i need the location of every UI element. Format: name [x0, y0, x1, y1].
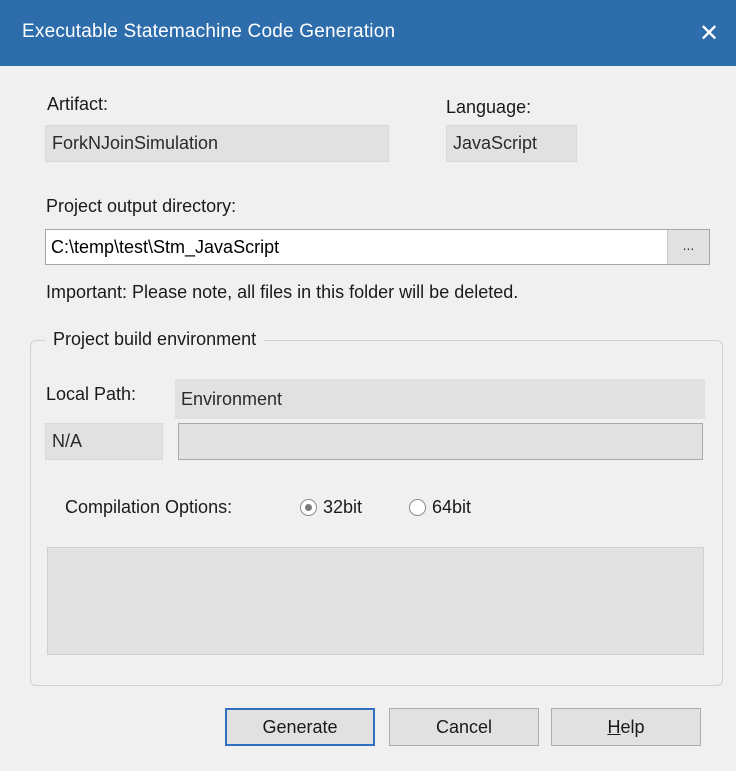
- browse-button[interactable]: ...: [667, 230, 709, 264]
- output-log-area[interactable]: [47, 547, 704, 655]
- artifact-label: Artifact:: [47, 94, 109, 114]
- window-title: Executable Statemachine Code Generation: [22, 21, 396, 42]
- radio-selected-dot: [305, 504, 312, 511]
- cancel-button[interactable]: Cancel: [389, 708, 539, 746]
- radio-32bit-label[interactable]: 32bit: [323, 497, 362, 518]
- close-icon[interactable]: ✕: [682, 0, 736, 66]
- local-path-field: N/A: [45, 423, 163, 460]
- radio-64bit-label[interactable]: 64bit: [432, 497, 471, 518]
- radio-32bit[interactable]: 32bit: [300, 497, 362, 518]
- radio-button-icon[interactable]: [409, 499, 426, 516]
- cancel-button-label: Cancel: [435, 716, 493, 737]
- output-directory-label: Project output directory:: [46, 196, 237, 216]
- generate-button-label: Generate: [262, 716, 338, 737]
- local-path-header: Local Path:: [46, 384, 137, 404]
- help-button[interactable]: Help: [551, 708, 701, 746]
- title-bar: Executable Statemachine Code Generation …: [0, 0, 736, 66]
- radio-button-icon[interactable]: [300, 499, 317, 516]
- environment-header-cell: Environment: [175, 379, 705, 419]
- artifact-field: ForkNJoinSimulation: [45, 125, 389, 162]
- delete-warning-note: Important: Please note, all files in thi…: [46, 282, 519, 302]
- help-mnemonic: H: [607, 716, 621, 737]
- language-field: JavaScript: [446, 125, 577, 162]
- compilation-options-label: Compilation Options:: [65, 497, 233, 517]
- language-value: JavaScript: [453, 133, 538, 153]
- artifact-value: ForkNJoinSimulation: [52, 133, 219, 153]
- environment-header: Environment: [181, 388, 283, 409]
- environment-field[interactable]: [178, 423, 703, 460]
- output-directory-value[interactable]: C:\temp\test\Stm_JavaScript: [51, 230, 279, 264]
- local-path-value: N/A: [52, 431, 83, 451]
- output-directory-input[interactable]: C:\temp\test\Stm_JavaScript ...: [45, 229, 710, 265]
- radio-64bit[interactable]: 64bit: [409, 497, 471, 518]
- help-rest: elp: [620, 716, 645, 737]
- language-label: Language:: [446, 97, 532, 117]
- build-environment-legend: Project build environment: [45, 329, 265, 350]
- help-button-label: Help: [607, 717, 644, 738]
- generate-button[interactable]: Generate: [225, 708, 375, 746]
